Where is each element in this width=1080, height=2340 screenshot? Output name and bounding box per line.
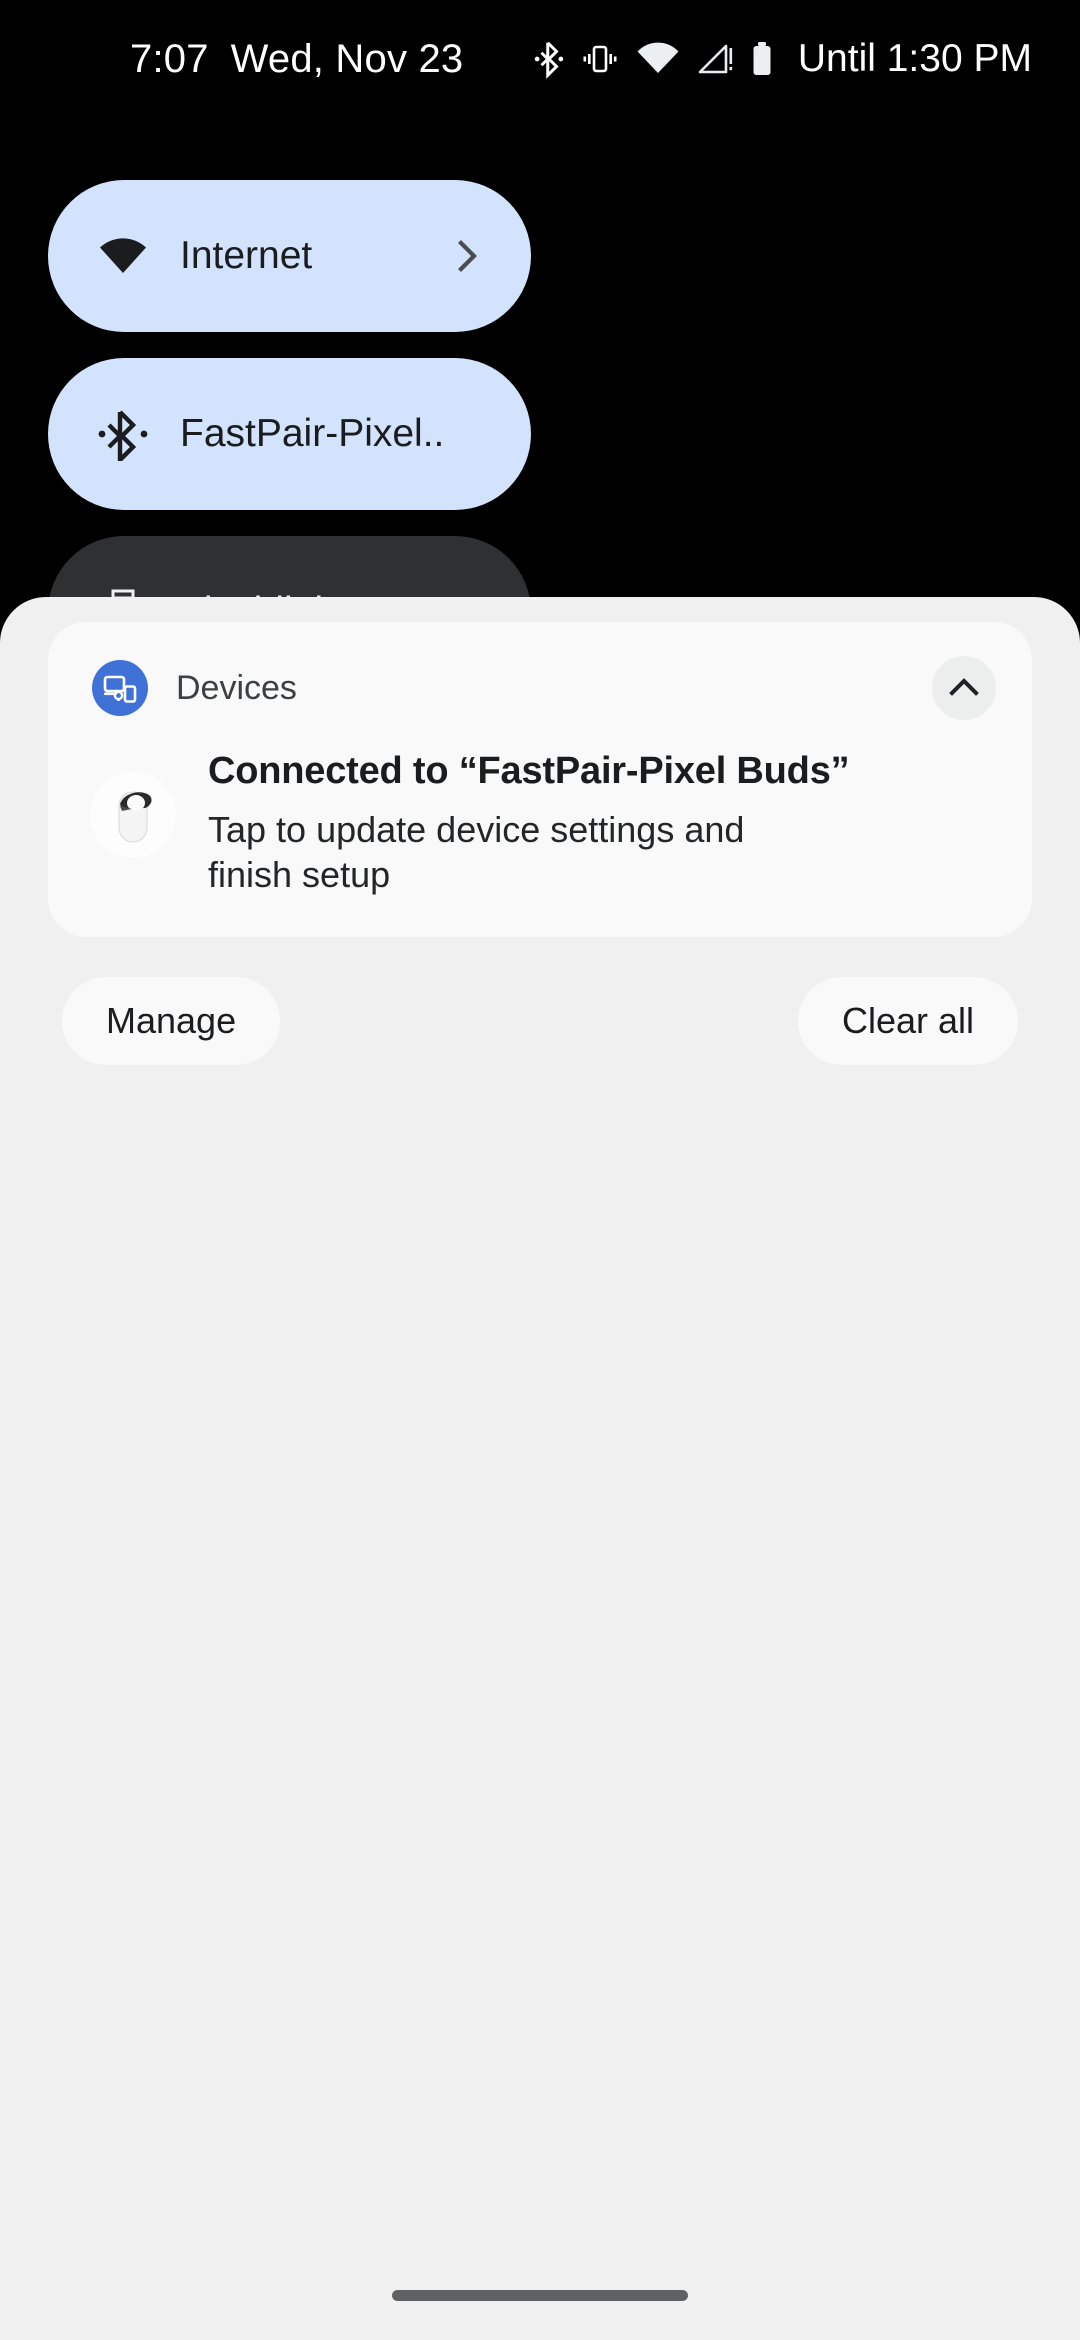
- chevron-right-icon[interactable]: [447, 236, 487, 276]
- vibrate-icon: [580, 42, 620, 76]
- pixel-buds-case-image: [90, 772, 176, 858]
- notification-card-devices[interactable]: Devices: [48, 622, 1032, 937]
- wifi-icon: [96, 229, 150, 283]
- navigation-bar: [0, 2250, 1080, 2340]
- status-clock: 7:07: [130, 37, 209, 82]
- clear-all-button[interactable]: Clear all: [798, 977, 1018, 1065]
- devices-icon: [92, 660, 148, 716]
- chevron-up-icon[interactable]: [932, 656, 996, 720]
- bluetooth-icon: [534, 39, 564, 79]
- status-bar-left: 7:07 Wed, Nov 23: [130, 37, 463, 82]
- notification-subtitle: Tap to update device settings and finish…: [208, 807, 828, 897]
- battery-icon: [750, 41, 774, 77]
- home-gesture-pill[interactable]: [392, 2290, 688, 2301]
- qs-tile-internet[interactable]: Internet: [48, 180, 531, 332]
- qs-tile-label-internet: Internet: [180, 234, 417, 278]
- signal-no-service-icon: [696, 42, 734, 76]
- status-date: Wed, Nov 23: [231, 37, 464, 82]
- wifi-icon: [636, 42, 680, 76]
- phone-screen: 7:07 Wed, Nov 23: [0, 0, 1080, 2340]
- status-bar-right: Until 1:30 PM: [534, 37, 1032, 81]
- notification-app-name: Devices: [176, 669, 904, 708]
- qs-tile-bluetooth[interactable]: FastPair-Pixel..: [48, 358, 531, 510]
- bluetooth-icon: [96, 407, 150, 461]
- qs-tile-label-bluetooth: FastPair-Pixel..: [180, 412, 487, 456]
- shade-footer: Manage Clear all: [0, 937, 1080, 1065]
- notification-list: Devices: [0, 597, 1080, 937]
- notification-body: Connected to “FastPair-Pixel Buds” Tap t…: [84, 746, 996, 897]
- notification-title: Connected to “FastPair-Pixel Buds”: [208, 750, 996, 793]
- battery-estimate-label: Until 1:30 PM: [798, 37, 1032, 81]
- notification-header: Devices: [84, 656, 996, 720]
- manage-button[interactable]: Manage: [62, 977, 280, 1065]
- notification-shade: Devices: [0, 597, 1080, 2340]
- status-bar: 7:07 Wed, Nov 23: [0, 0, 1080, 118]
- notification-text-block: Connected to “FastPair-Pixel Buds” Tap t…: [208, 746, 996, 897]
